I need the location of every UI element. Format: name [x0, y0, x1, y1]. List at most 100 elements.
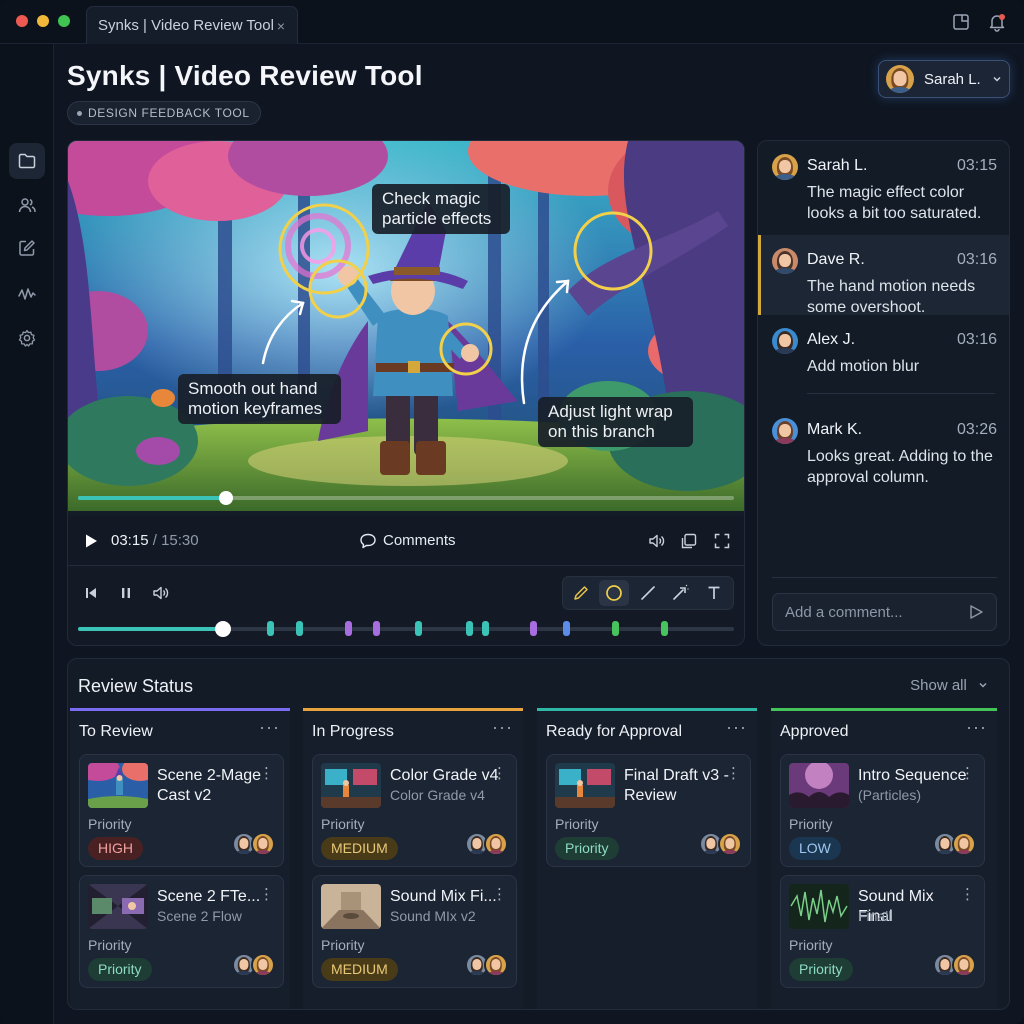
card-subtitle: Scene 2 Flow — [157, 908, 242, 924]
comment-marker[interactable] — [563, 621, 571, 636]
priority-badge: HIGH — [88, 837, 143, 860]
page-title: Synks | Video Review Tool — [67, 60, 423, 91]
skip-back-icon[interactable] — [82, 584, 100, 602]
comment-marker[interactable] — [611, 621, 619, 636]
card-subtitle: Sound MIx v2 — [390, 908, 476, 924]
line-icon — [641, 586, 655, 600]
comment-text: The hand motion needs some overshoot. — [807, 278, 976, 316]
show-all-dropdown[interactable]: Show all — [910, 677, 989, 694]
review-card[interactable]: Color Grade v4 Color Grade v4 ⋮ Priority MED… — [312, 754, 517, 867]
nav-files[interactable] — [9, 143, 45, 179]
fullscreen-icon[interactable] — [713, 532, 731, 550]
card-menu-icon[interactable]: ⋮ — [492, 885, 507, 903]
review-status-title: Review Status — [78, 676, 194, 696]
comment-marker[interactable] — [465, 621, 473, 636]
priority-label: Priority — [789, 937, 833, 953]
circle-icon — [606, 585, 622, 601]
pause-icon[interactable] — [117, 584, 135, 602]
card-menu-icon[interactable]: ⋮ — [960, 885, 975, 903]
annotation-magic[interactable]: Check magic particle effects — [372, 184, 510, 234]
total-time: 15:30 — [161, 532, 199, 549]
nav-team[interactable] — [9, 187, 45, 223]
comment-text: Looks great. Adding to the approval colu… — [807, 448, 993, 486]
text-tool[interactable] — [699, 580, 729, 606]
comment-item-selected[interactable]: Dave R. 03:16 The hand motion needs some… — [758, 235, 1009, 316]
priority-badge: Priority — [789, 958, 853, 981]
review-card[interactable]: Scene 2-Mage Cast v2 ⋮ Priority HIGH — [79, 754, 284, 867]
column-more-button[interactable]: ··· — [492, 717, 513, 738]
volume-small-icon[interactable] — [151, 584, 169, 602]
user-avatar — [886, 65, 914, 93]
volume-icon[interactable] — [647, 532, 665, 550]
review-card[interactable]: Scene 2 FTe... Scene 2 Flow ⋮ Priority Prior… — [79, 875, 284, 988]
card-menu-icon[interactable]: ⋮ — [492, 764, 507, 782]
annotation-hand[interactable]: Smooth out hand motion keyframes — [178, 374, 341, 424]
card-menu-icon[interactable]: ⋮ — [960, 764, 975, 782]
arrow-tool[interactable] — [665, 580, 695, 606]
minimize-window-button[interactable] — [37, 15, 49, 27]
column-title: In Progress — [312, 723, 394, 740]
activity-icon — [18, 288, 36, 300]
column-more-button[interactable]: ··· — [966, 717, 987, 738]
nav-analytics[interactable] — [9, 276, 45, 312]
comment-item[interactable]: Sarah L. 03:15 The magic effect color lo… — [758, 141, 1009, 234]
annotation-timeline-track[interactable] — [78, 621, 734, 637]
card-thumbnail — [88, 884, 148, 929]
nav-edit[interactable] — [9, 230, 45, 266]
comment-timestamp[interactable]: 03:16 — [957, 331, 997, 349]
comment-text: The magic effect color looks a bit too s… — [807, 184, 982, 222]
avatar — [772, 418, 798, 444]
review-card[interactable]: Final Draft v3 - Review ⋮ Priority Priority — [546, 754, 751, 867]
annotation-branch[interactable]: Adjust light wrap on this branch — [538, 397, 693, 447]
page-badge: DESIGN FEEDBACK TOOL — [67, 101, 261, 125]
comment-marker[interactable] — [296, 621, 304, 636]
user-name: Sarah L. — [924, 70, 981, 88]
comment-timestamp[interactable]: 03:16 — [957, 251, 997, 269]
comment-timestamp[interactable]: 03:15 — [957, 157, 997, 175]
column-more-button[interactable]: ··· — [259, 717, 280, 738]
card-menu-icon[interactable]: ⋮ — [726, 764, 741, 782]
review-card[interactable]: Intro Sequence (Particles) ⋮ Priority LOW — [780, 754, 985, 867]
comment-marker[interactable] — [661, 621, 669, 636]
user-menu-button[interactable]: Sarah L. — [878, 60, 1010, 98]
window-layout-icon[interactable] — [951, 12, 971, 32]
comment-item[interactable]: Alex J. 03:16 Add motion blur — [758, 315, 1009, 395]
avatar — [772, 248, 798, 274]
card-menu-icon[interactable]: ⋮ — [259, 764, 274, 782]
card-title: Scene 2 FTe... — [157, 888, 261, 905]
comment-timestamp[interactable]: 03:26 — [957, 421, 997, 439]
notification-bell-icon[interactable] — [987, 12, 1007, 32]
video-scrubber[interactable] — [78, 491, 734, 505]
timeline-handle[interactable] — [214, 621, 231, 637]
comment-marker[interactable] — [373, 621, 381, 636]
picture-in-picture-icon[interactable] — [680, 532, 698, 550]
priority-label: Priority — [555, 816, 599, 832]
maximize-window-button[interactable] — [58, 15, 70, 27]
comment-marker[interactable] — [344, 621, 352, 636]
comment-marker[interactable] — [529, 621, 537, 636]
avatar — [251, 832, 275, 856]
comment-marker[interactable] — [482, 621, 490, 636]
comment-marker[interactable] — [415, 621, 423, 636]
comments-toggle[interactable]: Comments — [383, 532, 456, 549]
review-card[interactable]: Sound Mix Fi... Sound MIx v2 ⋮ Priority MEDI… — [312, 875, 517, 988]
play-icon[interactable] — [82, 532, 100, 550]
circle-tool[interactable] — [599, 580, 629, 606]
card-menu-icon[interactable]: ⋮ — [259, 885, 274, 903]
tab-close-icon[interactable]: × — [277, 18, 285, 34]
browser-tab[interactable]: Synks | Video Review Tool × — [86, 6, 298, 44]
close-window-button[interactable] — [16, 15, 28, 27]
priority-label: Priority — [88, 816, 132, 832]
review-card[interactable]: Sound Mix Final Finall ⋮ Priority Priority — [780, 875, 985, 988]
nav-settings[interactable] — [9, 320, 45, 356]
column-more-button[interactable]: ··· — [726, 717, 747, 738]
player-controls: 03:15 / 15:30 Comments — [68, 516, 744, 566]
show-all-label: Show all — [910, 677, 967, 694]
comment-marker[interactable] — [267, 621, 275, 636]
comment-item[interactable]: Mark K. 03:26 Looks great. Adding to the… — [758, 405, 1009, 497]
line-tool[interactable] — [633, 580, 663, 606]
pencil-tool[interactable] — [566, 580, 596, 606]
priority-label: Priority — [789, 816, 833, 832]
comment-input[interactable] — [785, 594, 955, 630]
send-icon[interactable] — [968, 604, 984, 620]
